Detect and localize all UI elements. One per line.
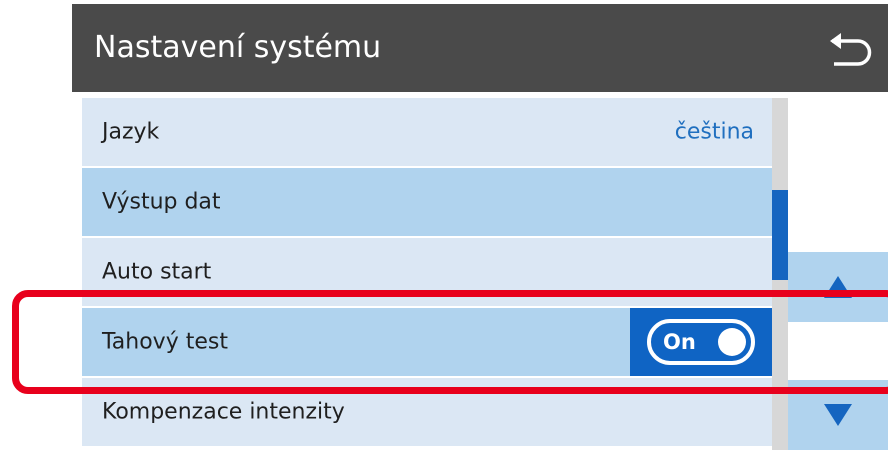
triangle-down-icon <box>824 404 852 426</box>
system-settings-screen: Nastavení systému Jazyk čeština Výstup d… <box>0 0 888 456</box>
toggle-state-label: On <box>663 330 696 354</box>
setting-value: čeština <box>674 119 754 145</box>
setting-row-pull-test[interactable]: Tahový test On <box>82 308 772 376</box>
return-arrow-icon <box>830 33 872 66</box>
setting-row-auto-start[interactable]: Auto start <box>82 238 772 306</box>
triangle-up-icon <box>824 276 852 298</box>
setting-label: Výstup dat <box>102 189 221 215</box>
setting-label: Tahový test <box>102 329 228 355</box>
scroll-up-button[interactable] <box>788 252 888 322</box>
toggle-switch: On <box>647 319 755 365</box>
header-bar: Nastavení systému <box>72 4 888 92</box>
setting-row-data-output[interactable]: Výstup dat <box>82 168 772 236</box>
scroll-controls <box>788 98 888 450</box>
setting-row-language[interactable]: Jazyk čeština <box>82 98 772 166</box>
setting-label: Kompenzace intenzity <box>102 399 345 425</box>
scrollbar-thumb[interactable] <box>772 190 788 280</box>
list-scrollbar[interactable] <box>772 98 788 450</box>
pull-test-toggle[interactable]: On <box>630 308 772 376</box>
setting-label: Auto start <box>102 259 212 285</box>
scroll-down-button[interactable] <box>788 380 888 450</box>
setting-label: Jazyk <box>102 119 160 145</box>
settings-list: Jazyk čeština Výstup dat Auto start Taho… <box>82 98 772 450</box>
back-button[interactable] <box>826 24 876 74</box>
page-title: Nastavení systému <box>94 30 382 65</box>
toggle-knob <box>718 328 746 356</box>
setting-row-intensity-compensation[interactable]: Kompenzace intenzity <box>82 378 772 446</box>
